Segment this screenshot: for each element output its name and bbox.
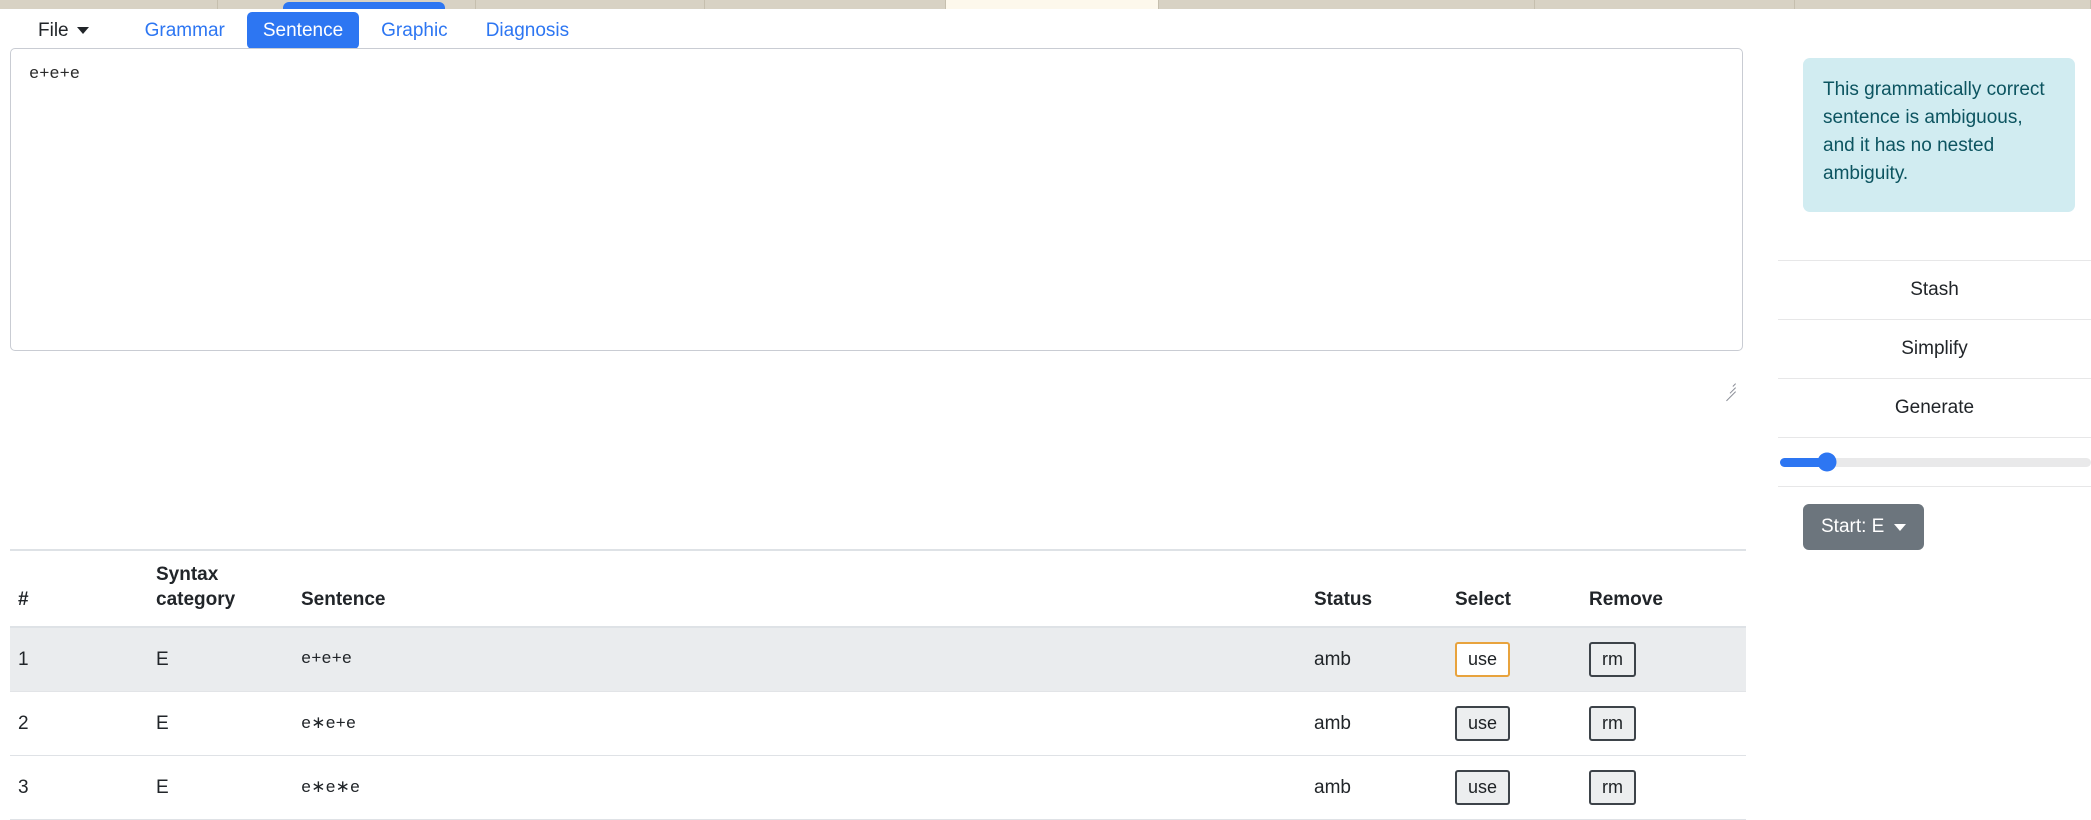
cell-number: 1 [10, 627, 156, 693]
table-row[interactable]: 3 E e∗e∗e amb use rm [10, 755, 1746, 820]
diagnosis-info-box: This grammatically correct sentence is a… [1803, 58, 2075, 213]
browser-tab[interactable] [476, 0, 705, 9]
sentence-table: # Syntax category Sentence Status Select… [10, 548, 1746, 820]
simplify-button[interactable]: Simplify [1778, 319, 2091, 378]
table-row[interactable]: 1 E e+e+e amb use rm [10, 627, 1746, 693]
sentence-table-panel: # Syntax category Sentence Status Select… [10, 548, 1746, 820]
remove-button[interactable]: rm [1589, 770, 1636, 806]
cell-status: amb [1314, 691, 1455, 757]
tab-diagnosis[interactable]: Diagnosis [470, 12, 585, 49]
table-body: 1 E e+e+e amb use rm 2 E e∗e+e amb use r… [10, 627, 1746, 820]
table-header: # Syntax category Sentence Status Select… [10, 548, 1746, 629]
cell-category: E [156, 691, 301, 757]
cell-sentence: e∗e∗e [301, 755, 1314, 820]
cell-sentence: e∗e+e [301, 691, 1314, 757]
cell-status: amb [1314, 755, 1455, 820]
cell-remove: rm [1589, 755, 1746, 820]
browser-tab[interactable] [0, 0, 218, 9]
browser-tab-strip [0, 0, 2091, 14]
remove-button[interactable]: rm [1589, 706, 1636, 742]
cell-select: use [1455, 691, 1589, 757]
sidebar-panel: This grammatically correct sentence is a… [1803, 58, 2091, 213]
cell-select: use [1455, 755, 1589, 820]
cell-select: use [1455, 627, 1589, 693]
stash-button[interactable]: Stash [1778, 260, 2091, 319]
browser-tab[interactable] [1159, 0, 1535, 9]
column-header-category: Syntax category [156, 548, 301, 629]
generate-slider[interactable] [1780, 452, 2091, 472]
cell-number: 2 [10, 691, 156, 757]
sidebar-actions: Stash Simplify Generate [1778, 260, 2091, 487]
browser-tab[interactable] [1795, 0, 2091, 9]
remove-button[interactable]: rm [1589, 642, 1636, 678]
cell-status: amb [1314, 627, 1455, 693]
use-button[interactable]: use [1455, 706, 1511, 742]
column-header-select: Select [1455, 548, 1589, 629]
textarea-resize-handle[interactable] [1722, 379, 1736, 402]
column-header-number: # [10, 548, 156, 629]
cell-sentence: e+e+e [301, 627, 1314, 693]
column-header-status: Status [1314, 548, 1455, 629]
table-row[interactable]: 2 E e∗e+e amb use rm [10, 691, 1746, 757]
cell-remove: rm [1589, 691, 1746, 757]
browser-tab-active[interactable] [946, 0, 1159, 9]
browser-tab[interactable] [1535, 0, 1795, 9]
cell-category: E [156, 755, 301, 820]
use-button[interactable]: use [1455, 642, 1511, 678]
cell-remove: rm [1589, 627, 1746, 693]
tab-sentence[interactable]: Sentence [246, 11, 360, 49]
editor-panel [10, 48, 1745, 402]
browser-tab[interactable] [705, 0, 946, 9]
generate-button[interactable]: Generate [1778, 378, 2091, 437]
tab-grammar[interactable]: Grammar [129, 12, 241, 49]
chevron-down-icon [1894, 523, 1907, 531]
use-button[interactable]: use [1455, 770, 1511, 806]
column-header-sentence: Sentence [301, 548, 1314, 629]
start-symbol-dropdown[interactable]: Start: E [1803, 504, 1925, 550]
column-header-remove: Remove [1589, 548, 1746, 629]
tab-graphic[interactable]: Graphic [365, 12, 464, 49]
main-navbar: File Grammar Sentence Graphic Diagnosis [0, 9, 2091, 51]
cell-category: E [156, 627, 301, 693]
table-header-row: # Syntax category Sentence Status Select… [10, 548, 1746, 629]
sentence-input[interactable] [10, 48, 1743, 351]
cell-number: 3 [10, 755, 156, 820]
start-symbol-label: Start: E [1821, 516, 1885, 537]
slider-thumb[interactable] [1817, 452, 1837, 472]
generate-slider-row [1778, 437, 2091, 487]
chevron-down-icon [76, 26, 89, 34]
file-menu-label: File [38, 19, 69, 41]
file-menu-button[interactable]: File [22, 12, 105, 49]
